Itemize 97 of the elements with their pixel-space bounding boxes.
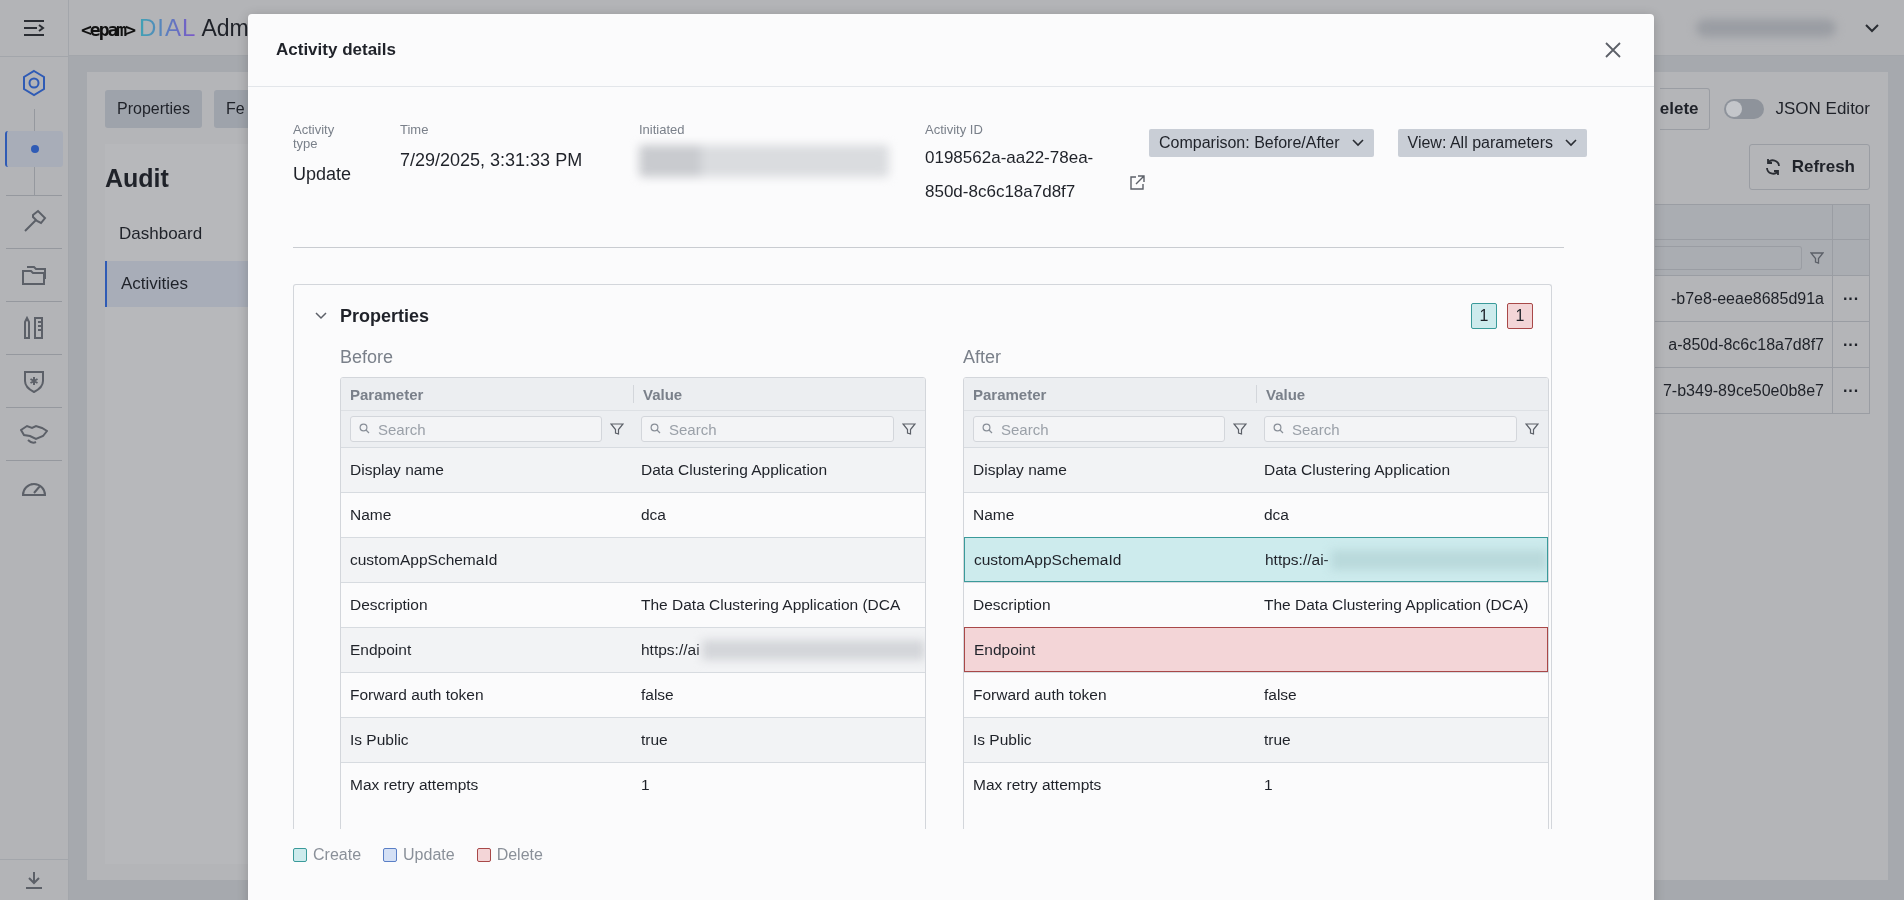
column-header: Value bbox=[643, 385, 683, 403]
table-cell: dca bbox=[641, 506, 666, 524]
more-button[interactable]: ··· bbox=[1839, 289, 1863, 308]
column-header: Parameter bbox=[350, 385, 424, 403]
table-cell: false bbox=[1264, 686, 1297, 704]
table-cell: Forward auth token bbox=[350, 686, 484, 704]
close-icon[interactable] bbox=[1604, 41, 1622, 59]
chevron-down-icon bbox=[1565, 139, 1578, 147]
table-cell: Endpoint bbox=[350, 641, 412, 659]
table-cell: Is Public bbox=[973, 731, 1032, 749]
refresh-button[interactable]: Refresh bbox=[1748, 144, 1870, 190]
tab[interactable]: Properties bbox=[105, 90, 202, 128]
table-cell: 7-b349-89ce50e0b8e7 bbox=[1662, 381, 1824, 400]
dropdown[interactable]: View: All parameters bbox=[1397, 129, 1588, 157]
search-icon bbox=[982, 423, 993, 434]
count-badge: 1 bbox=[1507, 303, 1533, 329]
table-cell: true bbox=[641, 731, 668, 749]
field-value: Update bbox=[293, 163, 353, 187]
folders-icon bbox=[21, 264, 47, 286]
table-cell: Description bbox=[350, 596, 428, 614]
count-badge: 1 bbox=[1471, 303, 1497, 329]
search-field[interactable]: Search bbox=[350, 416, 602, 442]
dropdown[interactable]: Comparison: Before/After bbox=[1149, 129, 1374, 157]
legend-swatch bbox=[476, 848, 491, 862]
table-cell: dca bbox=[1264, 506, 1289, 524]
shield-icon bbox=[23, 369, 45, 393]
table-cell: Display name bbox=[973, 461, 1067, 479]
chevron-down-icon[interactable] bbox=[1864, 22, 1880, 33]
search-field[interactable]: Search bbox=[1264, 416, 1517, 442]
table-cell: Forward auth token bbox=[973, 686, 1107, 704]
table-cell: Endpoint bbox=[974, 640, 1036, 659]
field-label: Activity ID bbox=[925, 123, 984, 137]
pane-title: Before bbox=[340, 347, 395, 369]
field-label: Initiated bbox=[639, 123, 686, 137]
legend-label: Delete bbox=[496, 846, 543, 864]
search-icon bbox=[359, 423, 370, 434]
external-link-icon[interactable] bbox=[1129, 175, 1145, 191]
table-cell: https://ai bbox=[641, 641, 700, 659]
field-label: Activity type bbox=[293, 123, 336, 151]
section-title: Audit bbox=[105, 164, 170, 194]
more-button[interactable]: ··· bbox=[1839, 335, 1863, 354]
table-cell: 1 bbox=[1264, 776, 1273, 794]
field-label: Time bbox=[400, 123, 430, 137]
pane-title: After bbox=[963, 347, 1002, 369]
dialog-title: Activity details bbox=[276, 40, 396, 60]
hexagon-icon bbox=[21, 69, 47, 97]
filter-icon[interactable] bbox=[902, 422, 916, 436]
search-field[interactable]: Search bbox=[973, 416, 1225, 442]
table-cell: Description bbox=[973, 596, 1051, 614]
filter-icon[interactable] bbox=[610, 422, 624, 436]
search-field[interactable] bbox=[1655, 245, 1802, 270]
table-cell: Is Public bbox=[350, 731, 409, 749]
legend-label: Update bbox=[403, 846, 455, 864]
search-icon bbox=[1273, 423, 1284, 434]
filter-icon[interactable] bbox=[1810, 250, 1824, 265]
column-header: Value bbox=[1266, 385, 1306, 403]
table-cell: Name bbox=[973, 506, 1015, 524]
table-cell: a-850d-8c6c18a7d8f7 bbox=[1668, 335, 1824, 354]
field-value: 0198562a-aa22-78ea-850d-8c6c18a7d8f7 bbox=[925, 146, 1095, 203]
legend-swatch bbox=[383, 848, 398, 862]
legend-label: Create bbox=[313, 846, 362, 864]
menu-icon[interactable] bbox=[23, 19, 45, 37]
section-title: Properties bbox=[340, 305, 430, 327]
pencil-ruler-icon bbox=[22, 316, 46, 340]
sidebar-item[interactable] bbox=[5, 131, 63, 167]
table-cell: false bbox=[641, 686, 674, 704]
search-icon bbox=[650, 423, 661, 434]
chevron-down-icon bbox=[1351, 139, 1364, 147]
search-field[interactable]: Search bbox=[641, 416, 894, 442]
table-cell: The Data Clustering Application (DCA) bbox=[1264, 596, 1529, 614]
table-cell: Max retry attempts bbox=[350, 776, 479, 794]
table-cell: customAppSchemaId bbox=[974, 550, 1122, 569]
column-header: Parameter bbox=[973, 385, 1047, 403]
dot-icon bbox=[30, 144, 40, 154]
filter-icon[interactable] bbox=[1233, 422, 1247, 436]
toggle-switch[interactable] bbox=[1723, 99, 1764, 119]
table-cell: Name bbox=[350, 506, 392, 524]
refresh-icon bbox=[1763, 158, 1782, 176]
table-cell: true bbox=[1264, 731, 1291, 749]
download-icon[interactable] bbox=[24, 870, 44, 890]
logo-mark: <epam> bbox=[81, 18, 135, 40]
table-cell: customAppSchemaId bbox=[350, 551, 498, 569]
field-value: 7/29/2025, 3:31:33 PM bbox=[400, 148, 584, 172]
table-cell: 1 bbox=[641, 776, 650, 794]
app-title: Adm bbox=[201, 14, 249, 42]
table-cell: -b7e8-eeae8685d91a bbox=[1670, 289, 1824, 308]
table-cell: The Data Clustering Application (DCA bbox=[641, 596, 901, 614]
delete-button[interactable]: elete bbox=[1659, 88, 1710, 130]
table-cell: Max retry attempts bbox=[973, 776, 1102, 794]
more-button[interactable]: ··· bbox=[1839, 381, 1863, 400]
legend-swatch bbox=[293, 848, 307, 862]
toggle-label: JSON Editor bbox=[1775, 99, 1870, 119]
table-cell: Display name bbox=[350, 461, 444, 479]
filter-icon[interactable] bbox=[1525, 422, 1539, 436]
table-cell: https://ai- bbox=[1265, 550, 1329, 569]
table-cell: Data Clustering Application bbox=[1264, 461, 1451, 479]
table-cell: Data Clustering Application bbox=[641, 461, 828, 479]
